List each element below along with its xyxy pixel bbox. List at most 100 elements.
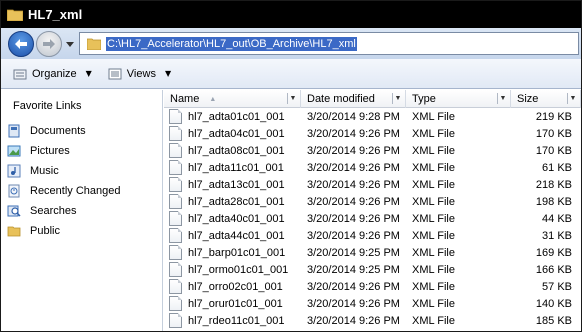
xml-file-icon [169,211,182,226]
xml-file-icon [169,126,182,141]
file-name: hl7_adta08c01_001 [188,144,285,157]
views-label: Views [126,67,156,80]
explorer-window: HL7_xml C:\HL7_Accelerator\HL7_out\OB_Ar… [0,0,582,332]
file-row[interactable]: hl7_orur01c01_001 3/20/2014 9:26 PM XML … [164,295,581,312]
column-header-type[interactable]: Type ▼ [406,90,511,108]
file-type: XML File [412,161,455,174]
file-size: 185 KB [535,314,572,327]
file-type: XML File [412,127,455,140]
file-row[interactable]: hl7_barp01c01_001 3/20/2014 9:25 PM XML … [164,244,581,261]
file-row[interactable]: hl7_ormo01c01_001 3/20/2014 9:25 PM XML … [164,261,581,278]
column-date-label: Date modified [307,93,375,105]
column-header-date[interactable]: Date modified ▼ [301,90,406,108]
file-type: XML File [412,178,455,191]
xml-file-icon [169,228,182,243]
file-name: hl7_adta44c01_001 [188,229,285,242]
file-list-pane: Name ▲ ▼ Date modified ▼ Type ▼ Size ▼ h… [164,90,581,331]
file-date: 3/20/2014 9:26 PM [307,314,400,327]
column-name-label: Name [170,93,200,105]
file-size: 57 KB [542,280,572,293]
xml-file-icon [169,296,182,311]
column-header-name[interactable]: Name ▲ ▼ [164,90,301,108]
file-date: 3/20/2014 9:26 PM [307,212,400,225]
chevron-down-icon: ▼ [85,69,92,78]
column-header-size[interactable]: Size ▼ [511,90,581,108]
file-date: 3/20/2014 9:25 PM [307,263,400,276]
xml-file-icon [169,262,182,277]
file-row[interactable]: hl7_adta13c01_001 3/20/2014 9:26 PM XML … [164,176,581,193]
sidebar-item-searches[interactable]: Searches [7,201,121,221]
column-filter-dropdown[interactable]: ▼ [287,93,298,104]
music-icon [7,164,21,178]
file-row[interactable]: hl7_adta04c01_001 3/20/2014 9:26 PM XML … [164,125,581,142]
sidebar-item-label: Searches [30,205,77,217]
back-button[interactable] [8,31,34,57]
address-bar: C:\HL7_Accelerator\HL7_out\OB_Archive\HL… [1,28,581,59]
column-filter-dropdown[interactable]: ▼ [392,93,403,104]
sidebar-item-label: Public [30,225,60,237]
column-filter-dropdown[interactable]: ▼ [497,93,508,104]
title-bar[interactable]: HL7_xml [1,1,581,28]
address-field[interactable]: C:\HL7_Accelerator\HL7_out\OB_Archive\HL… [79,32,579,55]
file-size: 218 KB [535,178,572,191]
column-filter-dropdown[interactable]: ▼ [567,93,578,104]
xml-file-icon [169,177,182,192]
file-name: hl7_barp01c01_001 [188,246,286,259]
file-row[interactable]: hl7_adta01c01_001 3/20/2014 9:28 PM XML … [164,108,581,125]
sidebar-item-music[interactable]: Music [7,161,121,181]
file-size: 166 KB [535,263,572,276]
file-type: XML File [412,110,455,123]
sidebar-item-label: Recently Changed [30,185,121,197]
sort-ascending-icon: ▲ [209,95,217,103]
file-date: 3/20/2014 9:26 PM [307,127,400,140]
column-size-label: Size [517,93,539,105]
file-date: 3/20/2014 9:26 PM [307,161,400,174]
xml-file-icon [169,279,182,294]
file-row[interactable]: hl7_adta08c01_001 3/20/2014 9:26 PM XML … [164,142,581,159]
documents-icon [7,124,21,138]
file-date: 3/20/2014 9:26 PM [307,195,400,208]
xml-file-icon [169,109,182,124]
sidebar-item-public[interactable]: Public [7,221,121,241]
xml-file-icon [169,143,182,158]
file-type: XML File [412,195,455,208]
pictures-icon [7,144,21,158]
file-size: 140 KB [535,297,572,310]
file-row[interactable]: hl7_adta40c01_001 3/20/2014 9:26 PM XML … [164,210,581,227]
file-date: 3/20/2014 9:26 PM [307,229,400,242]
forward-button[interactable] [36,31,62,57]
xml-file-icon [169,194,182,209]
organize-button[interactable]: Organize ▼ [9,63,96,85]
public-folder-icon [7,224,21,238]
xml-file-icon [169,160,182,175]
sidebar-item-label: Documents [30,125,86,137]
file-type: XML File [412,314,455,327]
file-type: XML File [412,144,455,157]
file-row[interactable]: hl7_adta11c01_001 3/20/2014 9:26 PM XML … [164,159,581,176]
file-date: 3/20/2014 9:26 PM [307,280,400,293]
sidebar-item-pictures[interactable]: Pictures [7,141,121,161]
views-button[interactable]: Views ▼ [104,63,175,85]
file-row[interactable]: hl7_rdeo11c01_001 3/20/2014 9:26 PM XML … [164,312,581,329]
file-row[interactable]: hl7_orro02c01_001 3/20/2014 9:26 PM XML … [164,278,581,295]
file-type: XML File [412,246,455,259]
file-name: hl7_orro02c01_001 [188,280,283,293]
file-list: hl7_adta01c01_001 3/20/2014 9:28 PM XML … [164,108,581,329]
file-type: XML File [412,229,455,242]
back-arrow-icon [15,39,27,49]
address-path[interactable]: C:\HL7_Accelerator\HL7_out\OB_Archive\HL… [106,36,357,51]
file-row[interactable]: hl7_adta44c01_001 3/20/2014 9:26 PM XML … [164,227,581,244]
file-size: 170 KB [535,144,572,157]
file-name: hl7_adta01c01_001 [188,110,285,123]
file-row[interactable]: hl7_adta28c01_001 3/20/2014 9:26 PM XML … [164,193,581,210]
file-date: 3/20/2014 9:26 PM [307,178,400,191]
file-size: 44 KB [542,212,572,225]
file-name: hl7_ormo01c01_001 [188,263,289,276]
folder-icon [86,38,102,50]
sidebar-item-label: Pictures [30,145,70,157]
sidebar-item-documents[interactable]: Documents [7,121,121,141]
sidebar-item-recently-changed[interactable]: Recently Changed [7,181,121,201]
file-name: hl7_adta11c01_001 [188,161,284,174]
command-toolbar: Organize ▼ Views ▼ [1,59,581,89]
recent-pages-dropdown[interactable] [64,38,76,50]
